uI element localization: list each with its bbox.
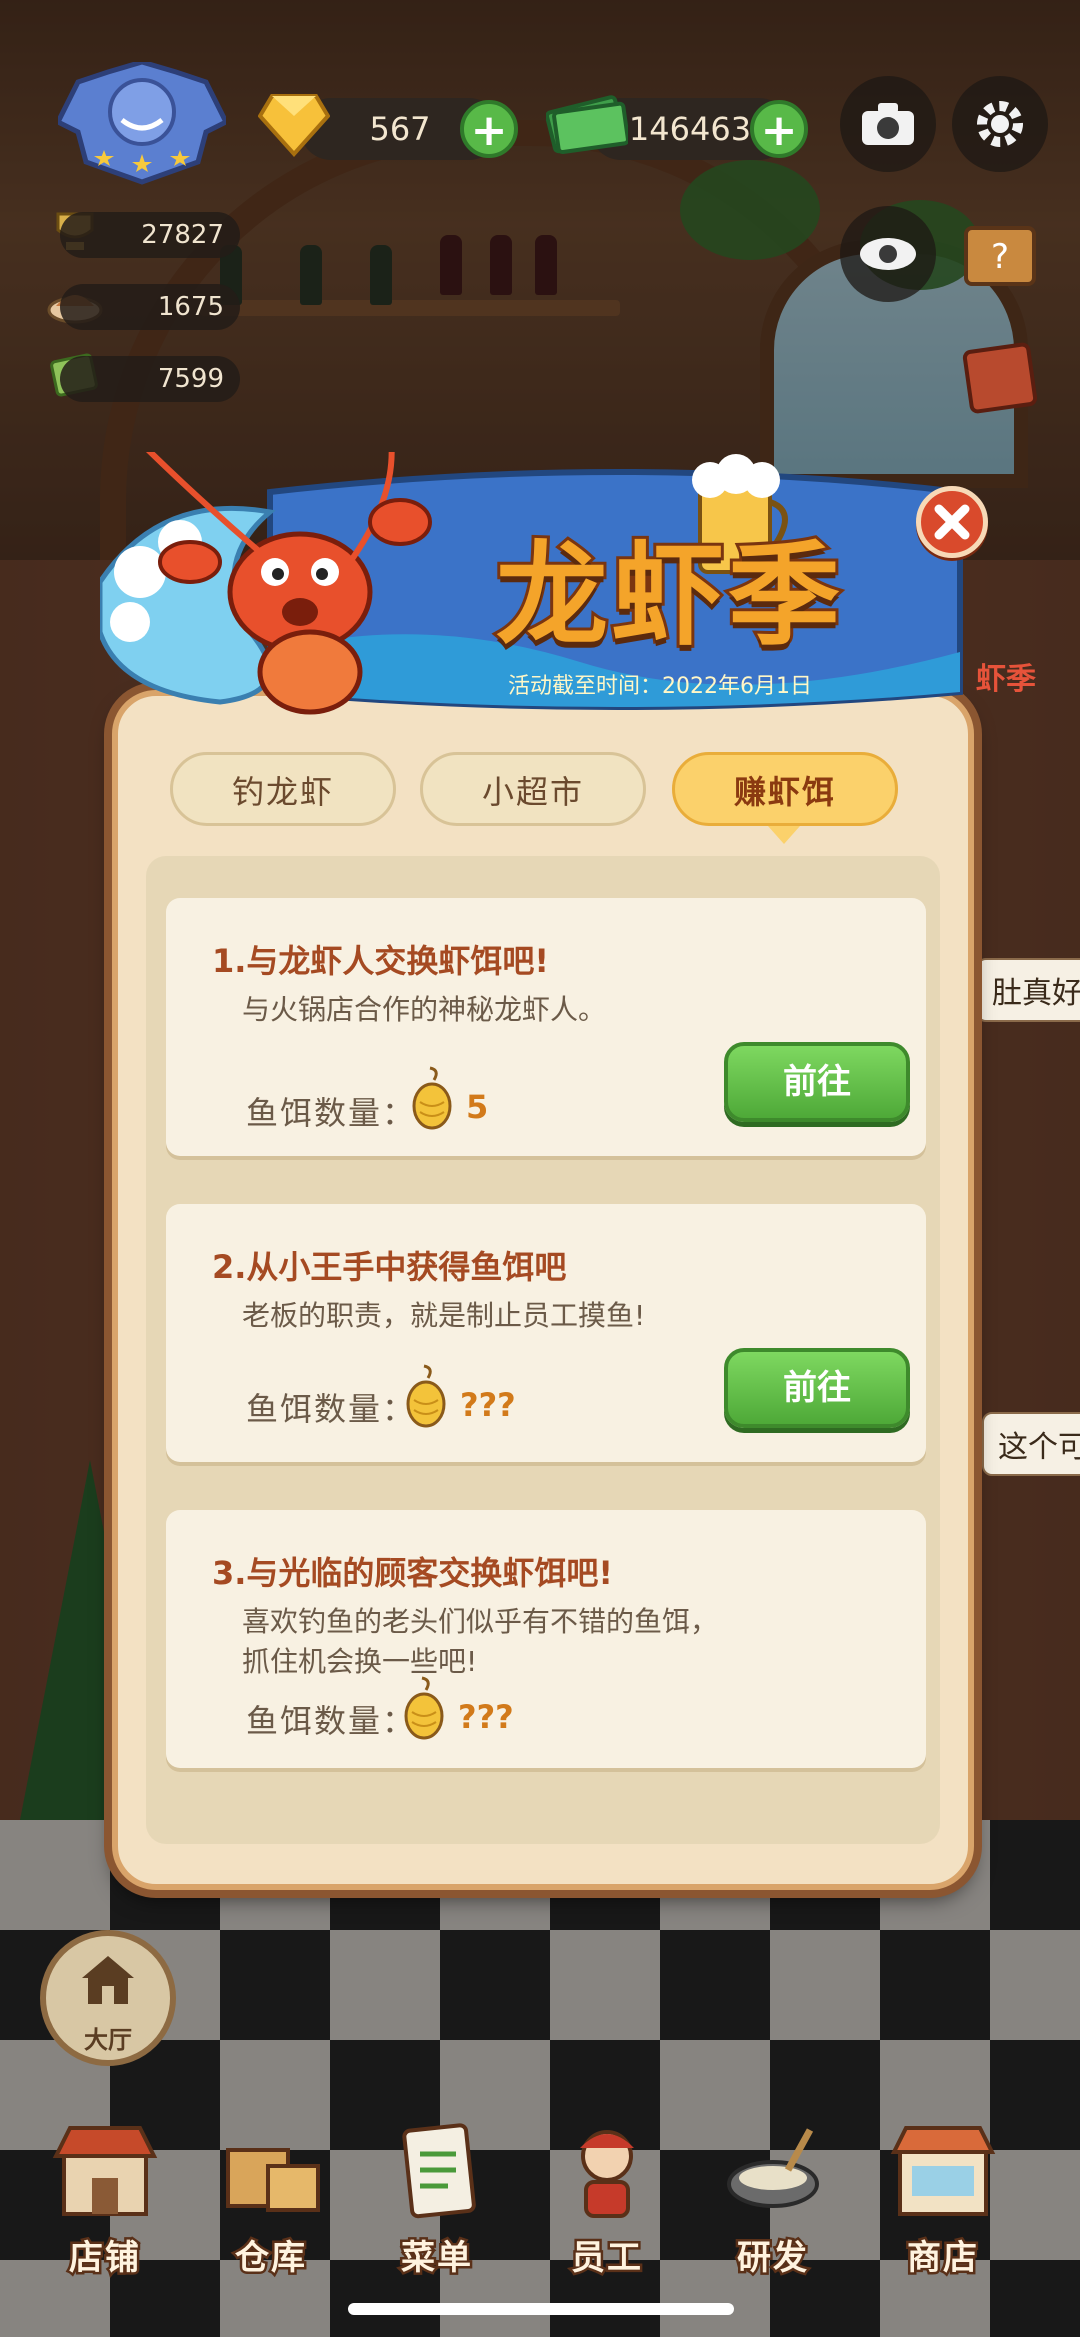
nav-label: 菜单 xyxy=(399,2236,474,2281)
event-deadline: 活动截至时间：2022年6月1日 xyxy=(508,674,812,699)
nav-staff[interactable]: 员工 xyxy=(532,2120,682,2281)
task-description: 喜欢钓鱼的老头们似乎有不错的鱼饵，抓住机会换一些吧! xyxy=(242,1605,719,1678)
view-button[interactable] xyxy=(840,206,936,302)
event-title: 龙虾季 xyxy=(493,528,844,664)
top-hud: 567 + 146463 + ? 27827 1675 7599 xyxy=(0,0,1080,414)
bait-icon xyxy=(404,1676,444,1740)
recipe-book-icon xyxy=(962,342,1038,414)
guide-book-button[interactable]: ? xyxy=(952,206,1048,302)
task-description: 与火锅店合作的神秘龙虾人。 xyxy=(242,993,607,1026)
settings-button[interactable] xyxy=(952,76,1048,172)
nav-label: 仓库 xyxy=(233,2236,308,2281)
stat-tickets: 7599 xyxy=(60,356,240,402)
stat-dishes: 1675 xyxy=(60,284,240,330)
bait-count-value: ??? xyxy=(458,1698,514,1736)
diamond-icon xyxy=(258,94,330,157)
recipe-book-button[interactable] xyxy=(952,330,1048,426)
tab-earn-bait[interactable]: 赚虾饵 xyxy=(672,752,898,826)
bait-count-label: 鱼饵数量： xyxy=(246,1390,417,1428)
active-tab-pointer xyxy=(768,826,800,844)
bait-count-label: 鱼饵数量： xyxy=(246,1702,417,1740)
nav-label: 店铺 xyxy=(67,2236,142,2281)
go-button[interactable]: 前往 xyxy=(724,1348,910,1428)
nav-shop[interactable]: 店铺 xyxy=(30,2120,180,2281)
camera-button[interactable] xyxy=(840,76,936,172)
staff-icon xyxy=(580,2130,634,2218)
bait-icon xyxy=(406,1364,446,1428)
speech-bubble: 这个可 xyxy=(982,1412,1080,1476)
task-title: 1.与龙虾人交换虾饵吧! xyxy=(212,942,550,980)
menu-icon xyxy=(402,2123,476,2219)
close-button[interactable] xyxy=(916,486,988,558)
tab-mini-market[interactable]: 小超市 xyxy=(420,752,646,826)
bait-count-label: 鱼饵数量： xyxy=(246,1094,417,1132)
task-title: 3.与光临的顾客交换虾饵吧! xyxy=(212,1554,614,1592)
add-gems-button[interactable]: + xyxy=(460,100,518,158)
house-icon xyxy=(82,1956,134,2004)
home-indicator[interactable] xyxy=(348,2303,734,2315)
task-description: 老板的职责，就是制止员工摸鱼! xyxy=(242,1299,646,1332)
hall-button[interactable]: 大厅 xyxy=(40,1930,176,2066)
tab-fish-lobster[interactable]: 钓龙虾 xyxy=(170,752,396,826)
research-icon xyxy=(727,2128,819,2208)
nav-label: 员工 xyxy=(569,2236,644,2281)
level-badge-icon[interactable] xyxy=(58,62,226,192)
stat-popularity: 27827 xyxy=(60,212,240,258)
bait-icon xyxy=(412,1066,452,1130)
nav-store[interactable]: 商店 xyxy=(868,2120,1018,2281)
eye-icon xyxy=(860,238,916,270)
warehouse-icon xyxy=(226,2148,320,2212)
task-title: 2.从小王手中获得鱼饵吧 xyxy=(212,1248,567,1286)
nav-label: 商店 xyxy=(905,2236,980,2281)
nav-warehouse[interactable]: 仓库 xyxy=(196,2120,346,2281)
go-button[interactable]: 前往 xyxy=(724,1042,910,1122)
shop-icon xyxy=(52,2126,158,2216)
bait-count-value: 5 xyxy=(466,1088,489,1126)
task-card-3: 3.与光临的顾客交换虾饵吧! 喜欢钓鱼的老头们似乎有不错的鱼饵，抓住机会换一些吧… xyxy=(166,1510,926,1768)
store-icon xyxy=(890,2126,996,2216)
side-event-label: 虾季 xyxy=(976,662,1036,697)
nav-research[interactable]: 研发 xyxy=(698,2120,848,2281)
nav-menu[interactable]: 菜单 xyxy=(362,2120,512,2281)
close-icon xyxy=(934,504,970,540)
speech-bubble: 肚真好 xyxy=(976,958,1080,1022)
bait-count-value: ??? xyxy=(460,1386,516,1424)
add-cash-button[interactable]: + xyxy=(750,100,808,158)
task-card-2: 2.从小王手中获得鱼饵吧 老板的职责，就是制止员工摸鱼! 鱼饵数量： ??? 前… xyxy=(166,1204,926,1462)
nav-label: 研发 xyxy=(735,2236,810,2281)
svg-text:?: ? xyxy=(991,237,1009,277)
task-card-1: 1.与龙虾人交换虾饵吧! 与火锅店合作的神秘龙虾人。 鱼饵数量： 5 前往 xyxy=(166,898,926,1156)
camera-icon xyxy=(862,103,914,145)
book-icon: ? xyxy=(964,226,1036,286)
hall-label: 大厅 xyxy=(84,2026,132,2054)
cash-icon xyxy=(546,95,628,155)
gear-icon xyxy=(977,101,1023,147)
